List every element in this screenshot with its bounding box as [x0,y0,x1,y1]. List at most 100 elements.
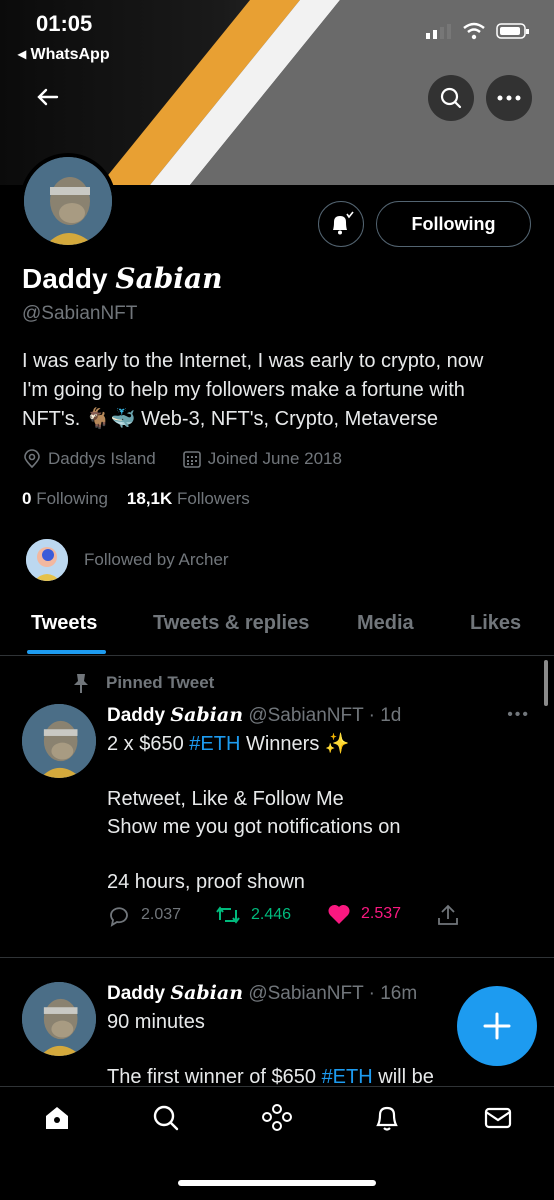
tweet-avatar[interactable] [22,982,96,1056]
pinned-tweet-label: Pinned Tweet [72,673,214,693]
nav-messages[interactable] [481,1101,515,1135]
hashtag-link[interactable]: #ETH [189,733,240,755]
tweet-line-4: 24 hours, proof shown [107,871,305,893]
notifications-toggle-button[interactable] [318,201,364,247]
search-button[interactable] [428,75,474,121]
tweet-line-1: 90 minutes [107,1011,205,1033]
bio-line-3: NFT's. 🐐🐳 Web-3, NFT's, Crypto, Metavers… [22,408,439,430]
tweet-divider [0,957,554,958]
follow-counts: 0 Following 18,1K Followers [22,489,250,509]
hashtag-link[interactable]: #ETH [322,1066,373,1086]
tweet-header: Daddy Sabian @SabianNFT · 16m [107,982,417,1005]
tweet-text: Winners ✨ [240,733,350,755]
ape-avatar-image [24,157,112,245]
spaces-icon [262,1104,292,1131]
profile-location: Daddys Island [48,449,156,468]
bio-line-1: I was early to the Internet, I was early… [22,350,484,372]
explore-icon [153,1105,179,1131]
followed-by-row[interactable]: Followed by Archer [24,537,229,583]
tweet-author-styled: Sabian [170,982,244,1004]
wifi-icon [463,22,485,40]
home-icon [46,1107,68,1129]
profile-tabs: Tweets Tweets & replies Media Likes [0,600,554,656]
profile-name: Daddy Sabian [22,262,222,295]
followers-count: 18,1K [126,489,173,508]
share-icon [438,904,458,925]
share-button[interactable] [437,903,459,927]
tweet-meta: @SabianNFT · 1d [248,705,402,726]
notifications-icon [376,1106,398,1131]
tweet-line-1: 2 x $650 #ETH Winners ✨ [107,730,350,758]
status-icons [426,22,530,40]
location-icon [24,449,40,469]
tweet-line-3: Show me you got notifications on [107,816,401,838]
tab-likes[interactable]: Likes [470,612,521,635]
active-tab-indicator [27,650,106,654]
reply-icon [110,907,128,927]
like-button[interactable]: 2.537 [327,903,401,925]
tweet-author-styled: Sabian [170,704,244,726]
bell-plus-icon [333,211,354,235]
battery-icon [496,23,529,39]
followers-link[interactable]: 18,1K Followers [127,489,250,508]
back-to-app-link[interactable]: ◂ WhatsApp [18,44,110,64]
messages-icon [484,1107,512,1129]
tweet-line-2: The first winner of $650 #ETH will be [107,1063,434,1086]
reply-button[interactable]: 2.037 [107,903,181,927]
nav-home[interactable] [40,1101,74,1135]
retweet-button[interactable]: 2.446 [215,903,291,927]
tab-tweets[interactable]: Tweets [31,612,97,635]
tweet-more-button[interactable]: ••• [507,706,530,724]
calendar-icon [182,451,201,468]
like-count: 2.537 [361,905,402,922]
profile-name-prefix: Daddy [22,263,116,294]
status-bar: 01:05 ◂ WhatsApp [0,0,554,70]
heart-icon [328,904,350,924]
tweet-header: Daddy Sabian @SabianNFT · 1d [107,704,401,727]
profile-bio: I was early to the Internet, I was early… [22,347,532,434]
back-app-label: WhatsApp [30,46,110,63]
tweet-author-prefix: Daddy [107,705,171,726]
profile-avatar[interactable] [20,153,116,249]
following-label: Following [36,489,109,508]
archer-avatar [24,537,70,583]
followed-by-text: Followed by Archer [84,550,229,569]
tab-media[interactable]: Media [357,612,414,635]
nav-explore[interactable] [149,1101,183,1135]
more-options-button[interactable] [486,75,532,121]
following-button[interactable]: Following [376,201,531,247]
more-icon [497,95,521,101]
tweet-avatar[interactable] [22,704,96,778]
profile-name-styled: Sabian [115,262,223,295]
tweet-author-prefix: Daddy [107,983,171,1004]
profile-meta: Daddys Island Joined June 2018 [22,449,342,469]
home-indicator[interactable] [178,1180,376,1186]
reply-count: 2.037 [141,906,182,923]
retweet-count: 2.446 [251,906,292,923]
signal-icon [426,24,451,39]
tweet-actions: 2.037 2.446 2.537 [107,903,467,933]
followers-label: Followers [177,489,250,508]
back-button[interactable] [30,80,64,114]
following-link[interactable]: 0 Following [22,489,108,508]
nav-spaces[interactable] [260,1101,294,1135]
scrollbar[interactable] [544,660,548,706]
tweet-line-2: Retweet, Like & Follow Me [107,788,344,810]
profile-joined: Joined June 2018 [207,449,342,468]
tweet-text: will be [372,1066,434,1086]
search-icon [440,87,462,109]
status-time: 01:05 [36,11,93,36]
following-count: 0 [22,489,32,508]
nav-notifications[interactable] [370,1101,404,1135]
bio-line-2: I'm going to help my followers make a fo… [22,379,465,401]
pinned-text: Pinned Tweet [106,673,215,692]
compose-plus-icon [483,1012,511,1040]
tweet-text: The first winner of $650 [107,1066,322,1086]
tweet-meta: @SabianNFT · 16m [248,983,418,1004]
compose-tweet-button[interactable] [457,986,537,1066]
retweet-icon [216,906,240,924]
tweet-text: 2 x $650 [107,733,190,755]
tab-tweets-replies[interactable]: Tweets & replies [153,612,309,635]
pin-icon [74,674,88,693]
back-arrow-icon [37,88,59,106]
